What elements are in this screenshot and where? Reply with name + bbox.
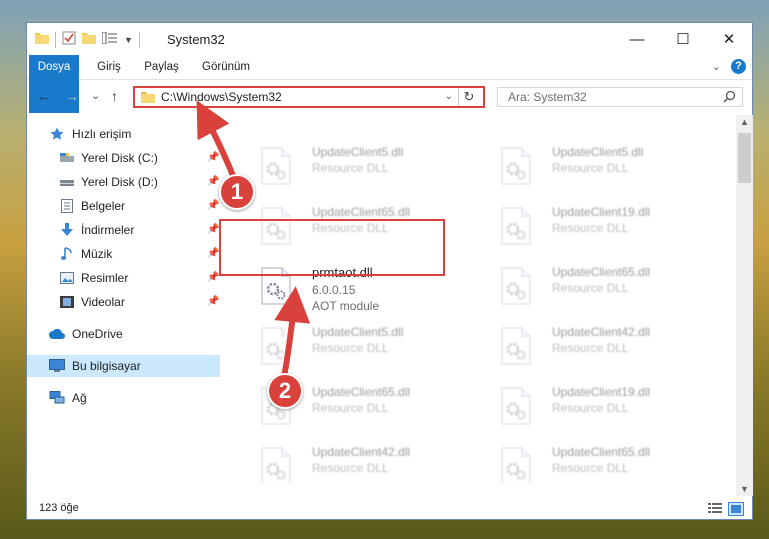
step-badge-2: 2: [267, 373, 303, 409]
annotation-arrows: [196, 100, 311, 384]
step-badge-1: 1: [219, 174, 255, 210]
